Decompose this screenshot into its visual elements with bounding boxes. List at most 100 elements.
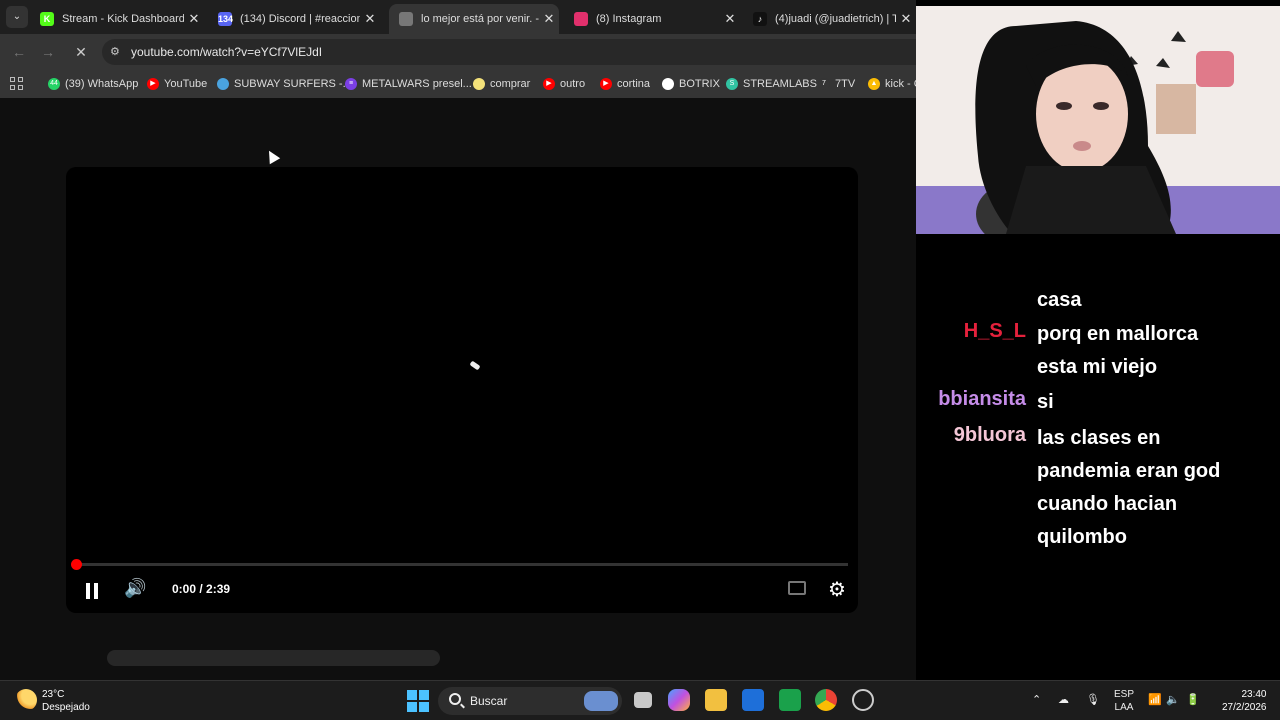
progress-bar[interactable] xyxy=(71,559,848,570)
bookmark-label: comprar xyxy=(490,78,531,90)
bookmark-label: YouTube xyxy=(164,78,208,90)
bookmark-item[interactable]: S STREAMLABS xyxy=(726,76,817,92)
chat-username: H_S_L xyxy=(963,320,1026,342)
bookmark-item[interactable]: ≡ METALWARS presel... xyxy=(345,76,472,92)
tab-favicon-icon xyxy=(574,12,588,26)
task-view-icon[interactable] xyxy=(634,692,652,708)
chat-text: porq en mallorca xyxy=(1037,323,1199,345)
tab-bar: ⌄ K Stream - Kick Dashboard ✕ 134 (134) Disc… xyxy=(0,0,916,34)
bookmark-item[interactable]: ▶ YouTube xyxy=(147,76,207,92)
tab-title: Stream - Kick Dashboard xyxy=(62,13,184,25)
bookmark-item[interactable]: 44 (39) WhatsApp xyxy=(48,76,138,92)
toolbar: ← → ✕ ⚙ youtube.com/watch?v=eYCf7VlEJdI xyxy=(0,34,916,70)
chat-text: esta mi viejo xyxy=(1037,356,1158,378)
apps-grid-icon[interactable] xyxy=(10,77,24,91)
bookmark-item[interactable]: SUBWAY SURFERS -... xyxy=(217,76,352,92)
layout-code: LAA xyxy=(1114,702,1134,713)
settings-gear-icon[interactable]: ⚙ xyxy=(828,577,846,602)
browser-tab[interactable]: K Stream - Kick Dashboard ✕ xyxy=(30,4,204,34)
volume-icon[interactable]: 🔊 xyxy=(124,578,146,599)
copilot-icon[interactable] xyxy=(668,689,690,711)
weather-widget[interactable]: 23°C Despejado xyxy=(42,688,90,714)
browser-tab[interactable]: ♪ (4)juadi (@juadietrich) | Tik ✕ xyxy=(743,4,916,34)
pause-button[interactable] xyxy=(86,583,98,599)
loading-spinner xyxy=(469,360,481,371)
chat-username: bbiansita xyxy=(938,388,1026,410)
site-info-icon[interactable]: ⚙ xyxy=(110,45,124,59)
chrome-icon[interactable] xyxy=(815,689,837,711)
chat-text: casa xyxy=(1037,289,1082,311)
system-clock[interactable]: 23:40 27/2/2026 xyxy=(1222,688,1267,714)
tab-favicon-icon: 134 xyxy=(218,12,234,26)
taskbar-search[interactable]: Buscar xyxy=(438,687,622,715)
title-placeholder xyxy=(107,650,440,666)
bookmark-favicon-icon: S xyxy=(726,78,738,90)
language-indicator[interactable]: ESP LAA xyxy=(1114,688,1134,714)
microphone-icon[interactable]: 🎙 xyxy=(1086,693,1100,706)
clock-time: 23:40 xyxy=(1241,689,1267,700)
tab-title: lo mejor está por venir. - Yo xyxy=(421,13,539,25)
video-player[interactable]: 🔊 0:00 / 2:39 ⚙ xyxy=(66,167,858,613)
search-icon xyxy=(449,693,461,705)
tab-title: (4)juadi (@juadietrich) | Tik xyxy=(775,13,896,25)
bookmark-item[interactable]: ▶ cortina xyxy=(600,76,650,92)
tab-search-button[interactable]: ⌄ xyxy=(6,6,28,28)
chat-username: 9bluora xyxy=(953,424,1026,446)
address-bar[interactable]: ⚙ youtube.com/watch?v=eYCf7VlEJdI xyxy=(102,39,916,65)
file-explorer-icon[interactable] xyxy=(705,689,727,711)
obs-icon[interactable] xyxy=(852,689,874,711)
bookmark-favicon-icon xyxy=(217,78,229,90)
tab-favicon-icon: ♪ xyxy=(753,12,767,26)
chat-text: cuando hacian xyxy=(1037,493,1178,515)
battery-icon[interactable]: 🔋 xyxy=(1186,693,1200,706)
bookmark-favicon-icon: ▶ xyxy=(543,78,555,90)
browser-tab[interactable]: lo mejor está por venir. - Yo✕ xyxy=(389,4,559,34)
scrubber-handle[interactable] xyxy=(71,559,82,570)
windows-taskbar: 23°C Despejado Buscar ⌃ ☁ 🎙 ESP LAA 📶 🔈 … xyxy=(0,680,1280,720)
bookmark-label: kick - C xyxy=(885,78,916,90)
tab-close-icon[interactable]: ✕ xyxy=(184,11,204,27)
bookmark-favicon-icon: ▶ xyxy=(600,78,612,90)
youtube-page: 🔊 0:00 / 2:39 ⚙ xyxy=(0,98,916,680)
bookmark-item[interactable]: ◆ BOTRIX xyxy=(662,76,720,92)
bookmark-item[interactable]: comprar xyxy=(473,76,530,92)
tab-close-icon[interactable]: ✕ xyxy=(360,11,380,27)
tab-close-icon[interactable]: ✕ xyxy=(896,11,916,27)
bookmark-label: outro xyxy=(560,78,586,90)
language-code: ESP xyxy=(1114,689,1135,700)
bookmark-label: METALWARS presel... xyxy=(362,78,472,90)
clock-date: 27/2/2026 xyxy=(1222,702,1267,713)
webcam-feed xyxy=(916,6,1280,234)
temperature-text: 23°C xyxy=(42,689,65,700)
bookmark-label: SUBWAY SURFERS -... xyxy=(234,78,352,90)
forward-button[interactable]: → xyxy=(37,42,59,62)
bookmarks-bar: 44 (39) WhatsApp ▶ YouTube SUBWAY SURFERS -.… xyxy=(0,70,916,98)
bookmark-item[interactable]: 7 7TV xyxy=(818,76,855,92)
stop-loading-button[interactable]: ✕ xyxy=(70,42,92,62)
browser-tab[interactable]: (8) Instagram ✕ xyxy=(564,4,740,34)
wifi-icon[interactable]: 📶 xyxy=(1148,693,1162,706)
bookmark-favicon-icon: ▶ xyxy=(147,78,159,90)
back-button[interactable]: ← xyxy=(8,42,30,62)
tab-close-icon[interactable]: ✕ xyxy=(539,11,559,27)
chat-text: las clases en xyxy=(1037,427,1161,449)
time-display: 0:00 / 2:39 xyxy=(172,582,231,596)
onedrive-icon[interactable]: ☁ xyxy=(1058,693,1069,706)
bookmark-label: (39) WhatsApp xyxy=(65,78,139,90)
volume-tray-icon[interactable]: 🔈 xyxy=(1166,693,1180,706)
word-doc-icon[interactable] xyxy=(742,689,764,711)
bookmark-label: STREAMLABS xyxy=(743,78,817,90)
show-hidden-icons-icon[interactable]: ⌃ xyxy=(1032,693,1041,706)
bookmark-favicon-icon xyxy=(473,78,485,90)
bookmark-item[interactable]: ▶ outro xyxy=(543,76,585,92)
subtitles-icon[interactable] xyxy=(788,581,806,595)
browser-window: ⌄ K Stream - Kick Dashboard ✕ 134 (134) Disc… xyxy=(0,0,916,680)
chat-text: si xyxy=(1037,391,1054,413)
start-windows-icon[interactable] xyxy=(407,690,429,712)
tab-close-icon[interactable]: ✕ xyxy=(720,11,740,27)
spreadsheet-icon[interactable] xyxy=(779,689,801,711)
weather-moon-icon[interactable] xyxy=(15,689,37,711)
browser-tab[interactable]: 134 (134) Discord | #reacciones✕ xyxy=(208,4,380,34)
bookmark-item[interactable]: ▲ kick - C xyxy=(868,76,916,92)
bookmark-label: cortina xyxy=(617,78,651,90)
